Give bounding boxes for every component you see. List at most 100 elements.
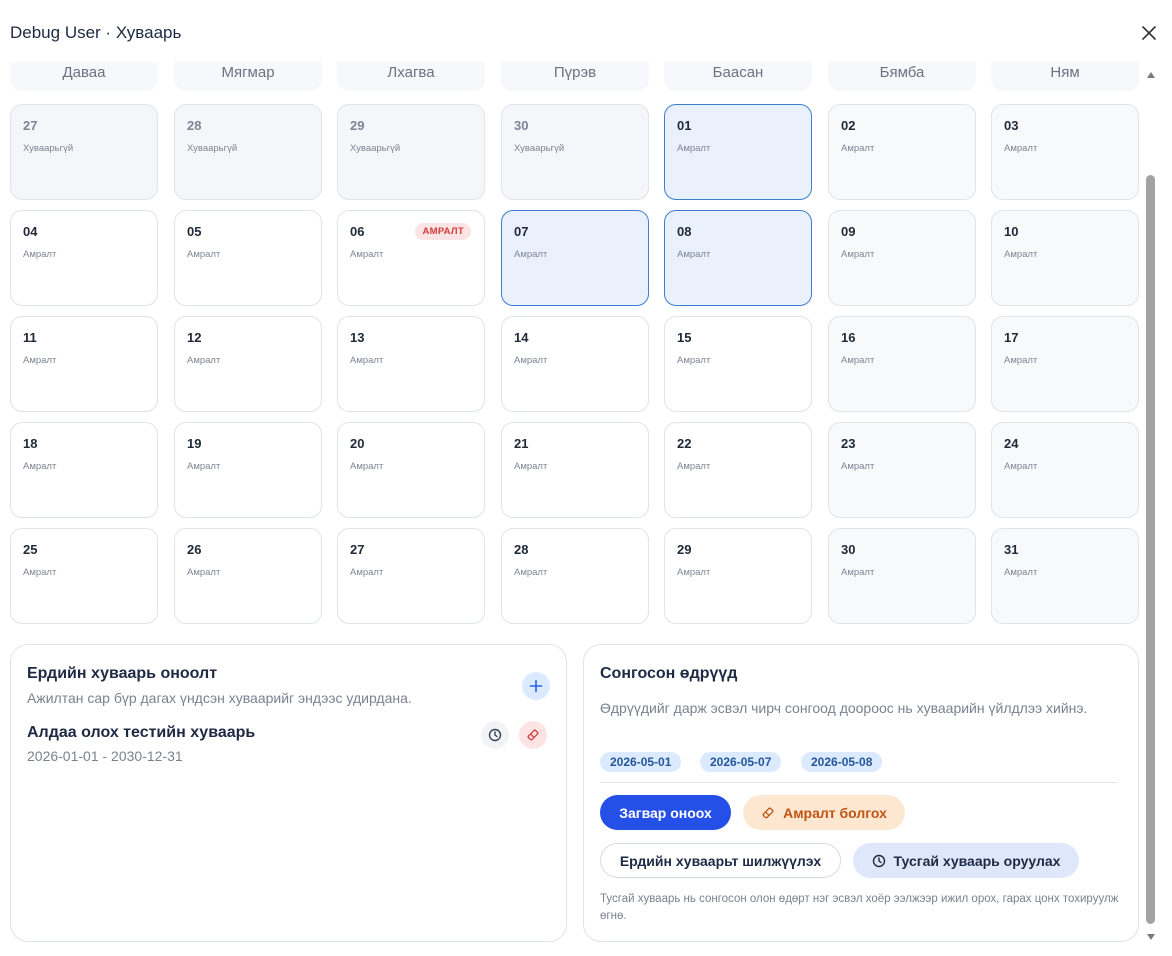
day-status: Амралт (841, 249, 875, 260)
day-number: 30 (841, 542, 856, 557)
day-status: Амралт (350, 355, 384, 366)
day-number: 29 (677, 542, 692, 557)
make-rest-day-button[interactable]: Амралт болгох (743, 795, 905, 830)
calendar-day[interactable]: 05 Амралт (174, 210, 322, 306)
calendar-day[interactable]: 10 Амралт (991, 210, 1139, 306)
calendar-day[interactable]: 03 Амралт (991, 104, 1139, 200)
close-button[interactable] (1138, 22, 1160, 44)
calendar-day[interactable]: 30 Амралт (828, 528, 976, 624)
selected-days-description: Өдрүүдийг дарж эсвэл чирч сонгоод доороо… (600, 700, 1088, 716)
scroll-down-arrow-icon[interactable] (1145, 929, 1157, 940)
move-to-regular-label: Ердийн хуваарьт шилжүүлэх (619, 852, 822, 869)
calendar-day[interactable]: 27 Амралт (337, 528, 485, 624)
calendar-day[interactable]: 19 Амралт (174, 422, 322, 518)
add-schedule-button[interactable] (522, 672, 550, 700)
day-status: Хуваарьгүй (514, 143, 565, 154)
calendar-day[interactable]: 25 Амралт (10, 528, 158, 624)
day-status: Хуваарьгүй (350, 143, 401, 154)
day-number: 21 (514, 436, 529, 451)
calendar-day[interactable]: 16 Амралт (828, 316, 976, 412)
calendar-day[interactable]: 14 Амралт (501, 316, 649, 412)
day-number: 08 (677, 224, 692, 239)
calendar-day[interactable]: 01 Амралт (664, 104, 812, 200)
calendar-day[interactable]: 06 Амралт АМРАЛТ (337, 210, 485, 306)
regular-schedule-title: Ердийн хуваарь оноолт (27, 665, 218, 682)
schedule-history-button[interactable] (481, 721, 509, 749)
day-status: Амралт (23, 249, 57, 260)
day-number: 10 (1004, 224, 1019, 239)
day-number: 24 (1004, 436, 1019, 451)
day-status: Амралт (514, 567, 548, 578)
calendar-day[interactable]: 29 Хуваарьгүй (337, 104, 485, 200)
selected-date-chip[interactable]: 2026-05-07 (700, 752, 782, 772)
day-number: 04 (23, 224, 38, 239)
day-status: Амралт (350, 249, 384, 260)
day-number: 07 (514, 224, 529, 239)
calendar-day[interactable]: 15 Амралт (664, 316, 812, 412)
divider (600, 782, 1118, 783)
calendar-day[interactable]: 02 Амралт (828, 104, 976, 200)
calendar-day[interactable]: 07 Амралт (501, 210, 649, 306)
apply-template-label: Загвар оноох (619, 804, 712, 821)
schedule-delete-button[interactable] (519, 721, 547, 749)
day-number: 14 (514, 330, 529, 345)
calendar-day[interactable]: 28 Амралт (501, 528, 649, 624)
regular-schedule-description: Ажилтан сар бүр дагах үндсэн хуваарийг э… (27, 690, 412, 706)
weekday-monday: Даваа (10, 62, 158, 91)
calendar-day[interactable]: 27 Хуваарьгүй (10, 104, 158, 200)
calendar-day[interactable]: 29 Амралт (664, 528, 812, 624)
calendar-day[interactable]: 04 Амралт (10, 210, 158, 306)
apply-template-button[interactable]: Загвар оноох (600, 795, 731, 830)
calendar-day[interactable]: 20 Амралт (337, 422, 485, 518)
day-number: 22 (677, 436, 692, 451)
calendar-day[interactable]: 26 Амралт (174, 528, 322, 624)
schedule-name: Алдаа олох тестийн хуваарь (27, 724, 256, 741)
day-number: 12 (187, 330, 202, 345)
day-number: 11 (23, 330, 37, 345)
plus-icon (529, 679, 543, 693)
day-status: Амралт (514, 461, 548, 472)
day-status: Амралт (350, 567, 384, 578)
weekday-wednesday: Лхагва (337, 62, 485, 91)
calendar-day[interactable]: 22 Амралт (664, 422, 812, 518)
calendar-day[interactable]: 23 Амралт (828, 422, 976, 518)
calendar-day[interactable]: 18 Амралт (10, 422, 158, 518)
calendar-day[interactable]: 08 Амралт (664, 210, 812, 306)
calendar-day[interactable]: 30 Хуваарьгүй (501, 104, 649, 200)
selected-date-chip[interactable]: 2026-05-01 (600, 752, 682, 772)
day-status: Амралт (841, 567, 875, 578)
calendar-day[interactable]: 24 Амралт (991, 422, 1139, 518)
dialog-title: Debug User · Хуваарь (10, 23, 182, 42)
day-number: 20 (350, 436, 365, 451)
day-number: 19 (187, 436, 202, 451)
selected-date-chip[interactable]: 2026-05-08 (801, 752, 883, 772)
day-number: 27 (23, 118, 38, 133)
rest-badge: АМРАЛТ (415, 223, 471, 240)
day-status: Амралт (23, 355, 57, 366)
calendar-day[interactable]: 17 Амралт (991, 316, 1139, 412)
calendar-day[interactable]: 09 Амралт (828, 210, 976, 306)
day-number: 13 (350, 330, 365, 345)
calendar-day[interactable]: 28 Хуваарьгүй (174, 104, 322, 200)
day-status: Амралт (23, 567, 57, 578)
calendar-day[interactable]: 31 Амралт (991, 528, 1139, 624)
day-status: Амралт (677, 249, 711, 260)
day-status: Амралт (1004, 461, 1038, 472)
scrollbar-thumb[interactable] (1146, 175, 1155, 924)
add-custom-schedule-button[interactable]: Тусгай хуваарь оруулах (853, 843, 1079, 878)
day-number: 18 (23, 436, 38, 451)
add-custom-schedule-label: Тусгай хуваарь оруулах (893, 852, 1061, 869)
calendar-day[interactable]: 11 Амралт (10, 316, 158, 412)
clock-icon (488, 728, 502, 742)
calendar-day[interactable]: 13 Амралт (337, 316, 485, 412)
regular-schedule-card: Ердийн хуваарь оноолт Ажилтан сар бүр да… (10, 644, 567, 942)
day-number: 16 (841, 330, 856, 345)
calendar-day[interactable]: 21 Амралт (501, 422, 649, 518)
move-to-regular-button[interactable]: Ердийн хуваарьт шилжүүлэх (600, 843, 841, 878)
calendar-day[interactable]: 12 Амралт (174, 316, 322, 412)
scroll-up-arrow-icon[interactable] (1145, 67, 1157, 78)
day-status: Амралт (23, 461, 57, 472)
day-number: 26 (187, 542, 202, 557)
weekday-friday: Баасан (664, 62, 812, 91)
day-number: 31 (1004, 542, 1019, 557)
